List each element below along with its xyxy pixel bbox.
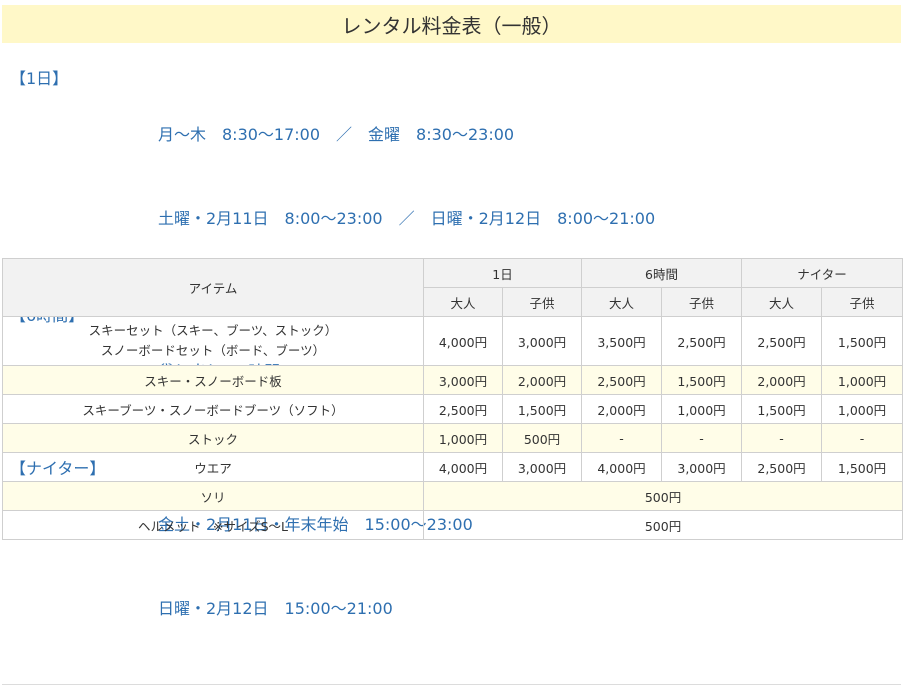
price-cell: 500円	[501, 423, 583, 453]
schedule-label: 【1日】	[10, 69, 69, 88]
item-name: スキー・スノーボード板	[2, 365, 424, 395]
group-header-6hours: 6時間	[581, 258, 743, 288]
price-cell: -	[821, 423, 904, 453]
table-row: ストック 1,000円 500円 - - - -	[2, 423, 904, 453]
price-cell: 1,500円	[741, 394, 823, 424]
table-row: スキーセット（スキー、ブーツ、ストック） スノーボードセット（ボード、ブーツ） …	[2, 316, 904, 366]
price-cell: -	[741, 423, 823, 453]
price-cell: 4,000円	[423, 452, 503, 482]
table-row: ソリ 500円	[2, 481, 904, 511]
price-cell: 1,000円	[423, 423, 503, 453]
price-cell: 2,500円	[741, 316, 823, 366]
table-row: ヘルメット ※サイズS～L 500円	[2, 510, 904, 540]
price-cell: 1,000円	[661, 394, 743, 424]
price-cell: 2,000円	[501, 365, 583, 395]
price-cell: 2,500円	[661, 316, 743, 366]
subheader-adult: 大人	[741, 287, 823, 317]
subheader-child: 子供	[501, 287, 583, 317]
item-name: ヘルメット ※サイズS～L	[2, 510, 424, 540]
rental-price-table: アイテム 1日 6時間 ナイター 大人 子供 大人 子供 大人 子供 スキーセッ…	[2, 258, 904, 540]
item-name: スキーセット（スキー、ブーツ、ストック） スノーボードセット（ボード、ブーツ）	[2, 316, 424, 366]
item-name: ソリ	[2, 481, 424, 511]
group-header-nighter: ナイター	[741, 258, 904, 288]
schedule-line: 土曜・2月11日 8:00～23:00 ／ 日曜・2月12日 8:00～21:0…	[158, 209, 656, 228]
price-cell: 3,000円	[423, 365, 503, 395]
price-cell: 2,000円	[741, 365, 823, 395]
item-name: ストック	[2, 423, 424, 453]
item-name: スキーブーツ・スノーボードブーツ（ソフト）	[2, 394, 424, 424]
price-cell: 2,500円	[581, 365, 663, 395]
table-row: スキーブーツ・スノーボードブーツ（ソフト） 2,500円 1,500円 2,00…	[2, 394, 904, 424]
flat-price-cell: 500円	[422, 481, 904, 511]
price-cell: -	[581, 423, 663, 453]
price-cell: 3,000円	[501, 452, 583, 482]
price-cell: 3,500円	[581, 316, 663, 366]
price-cell: 3,000円	[661, 452, 743, 482]
schedule-line: 月～木 8:30～17:00 ／ 金曜 8:30～23:00	[158, 125, 515, 144]
price-cell: 1,500円	[821, 452, 904, 482]
price-cell: 4,000円	[581, 452, 663, 482]
table-row: ウエア 4,000円 3,000円 4,000円 3,000円 2,500円 1…	[2, 452, 904, 482]
price-cell: 4,000円	[423, 316, 503, 366]
price-cell: 2,000円	[581, 394, 663, 424]
price-cell: -	[661, 423, 743, 453]
subheader-adult: 大人	[423, 287, 503, 317]
schedule-line: 日曜・2月12日 15:00～21:00	[158, 599, 393, 618]
price-cell: 1,000円	[821, 394, 904, 424]
price-cell: 1,500円	[821, 316, 904, 366]
item-header: アイテム	[2, 258, 424, 317]
price-cell: 1,000円	[821, 365, 904, 395]
table-row: スキー・スノーボード板 3,000円 2,000円 2,500円 1,500円 …	[2, 365, 904, 395]
page-title: レンタル料金表（一般）	[2, 5, 901, 43]
subheader-adult: 大人	[581, 287, 663, 317]
item-name: ウエア	[2, 452, 424, 482]
price-cell: 1,500円	[661, 365, 743, 395]
price-cell: 2,500円	[423, 394, 503, 424]
price-cell: 1,500円	[501, 394, 583, 424]
flat-price-cell: 500円	[422, 510, 904, 540]
subheader-child: 子供	[821, 287, 904, 317]
item-name-line: スキーセット（スキー、ブーツ、ストック）	[88, 323, 338, 338]
item-name-line: スノーボードセット（ボード、ブーツ）	[100, 343, 326, 358]
price-cell: 2,500円	[741, 452, 823, 482]
subheader-child: 子供	[661, 287, 743, 317]
price-cell: 3,000円	[501, 316, 583, 366]
group-header-1day: 1日	[422, 258, 583, 288]
